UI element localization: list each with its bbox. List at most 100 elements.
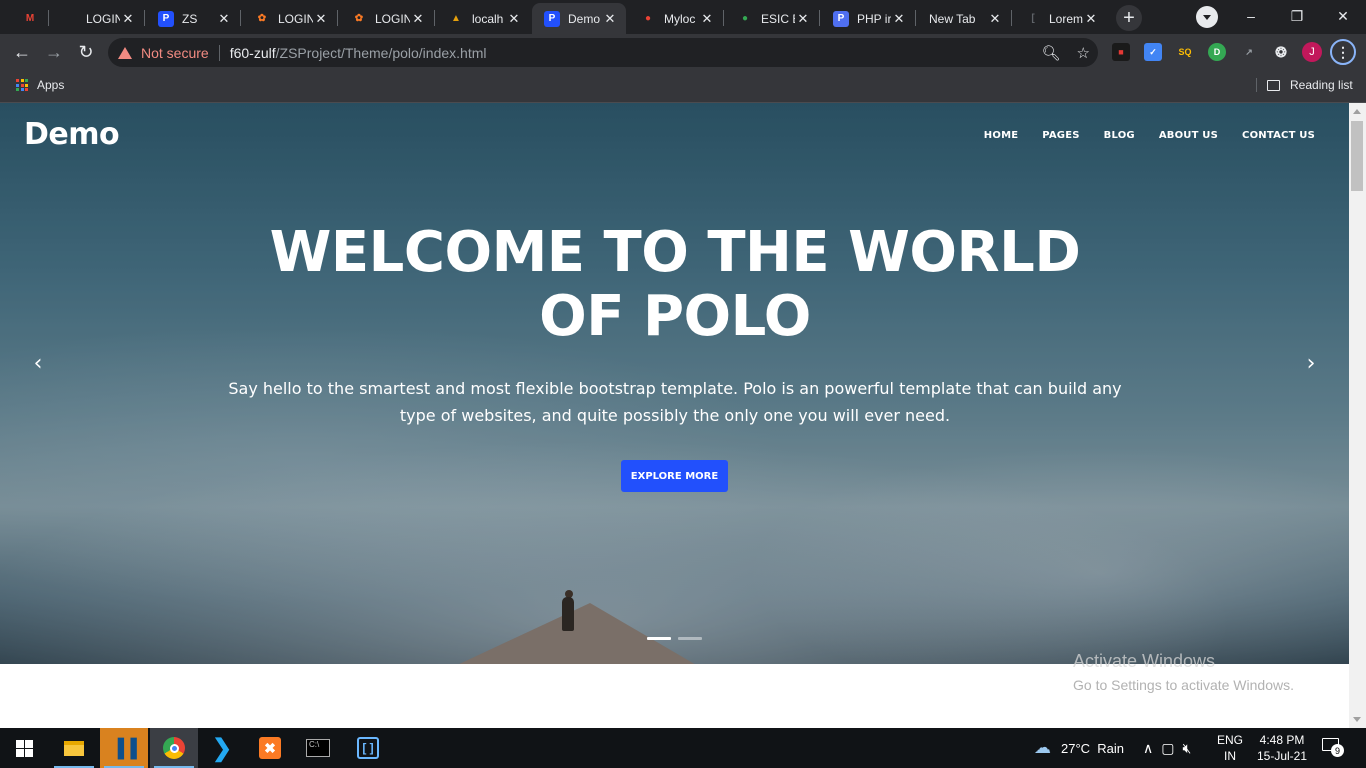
extension-icon-1[interactable]: ■ xyxy=(1112,43,1130,61)
tab-separator xyxy=(434,10,435,26)
nav-pages[interactable]: PAGES xyxy=(1042,130,1079,141)
browser-tab[interactable]: [Lorem ✕ xyxy=(1013,3,1107,34)
tab-separator xyxy=(819,10,820,26)
volume-muted-icon[interactable]: 🔇︎ xyxy=(1182,740,1191,757)
page-scrollbar[interactable] xyxy=(1349,103,1366,728)
scroll-down-arrow-icon[interactable] xyxy=(1353,717,1361,722)
bookmarks-bar: Apps Reading list xyxy=(0,70,1366,103)
start-button[interactable] xyxy=(0,728,48,768)
extension-icon-5[interactable]: ↗ xyxy=(1240,43,1258,61)
slider-prev-icon[interactable]: ‹ xyxy=(28,351,48,376)
scroll-up-arrow-icon[interactable] xyxy=(1353,109,1361,114)
browser-tab[interactable]: M xyxy=(10,3,48,34)
weather-text: 27°C Rain xyxy=(1061,740,1125,756)
extension-icon-2[interactable]: ✓ xyxy=(1144,43,1162,61)
network-icon[interactable]: ▢ xyxy=(1161,740,1174,757)
tab-title: Demo xyxy=(568,11,601,26)
browser-tab[interactable]: LOGIN ✕ xyxy=(50,3,144,34)
browser-tab[interactable]: ● Myloc ✕ xyxy=(628,3,723,34)
clock[interactable]: 4:48 PM 15-Jul-21 xyxy=(1252,732,1312,764)
slider-next-icon[interactable]: › xyxy=(1301,351,1321,376)
browser-tab[interactable]: P ZS ✕ xyxy=(146,3,240,34)
browser-tab[interactable]: ✿ LOGIN ✕ xyxy=(339,3,434,34)
reading-list-button[interactable]: Reading list xyxy=(1256,78,1353,92)
browser-tab[interactable]: ● ESIC E✕ xyxy=(725,3,819,34)
url-host[interactable]: f60-zulf xyxy=(230,45,276,61)
xampp-taskbar-button[interactable]: ✖ xyxy=(246,728,294,768)
reading-list-icon xyxy=(1267,79,1280,91)
browser-tab[interactable]: ✿ LOGIN ✕ xyxy=(242,3,337,34)
chrome-taskbar-button[interactable] xyxy=(150,728,198,768)
terminal-taskbar-button[interactable]: C:\ xyxy=(294,728,342,768)
close-tab-icon[interactable]: ✕ xyxy=(602,11,618,27)
browser-tab[interactable]: ▲ localh ✕ xyxy=(436,3,530,34)
nav-contact-us[interactable]: CONTACT US xyxy=(1242,130,1315,141)
xampp-icon: ✿ xyxy=(354,13,364,24)
close-tab-icon[interactable]: ✕ xyxy=(216,11,232,27)
vscode-icon: ❯ xyxy=(211,734,233,762)
extensions-puzzle-icon[interactable]: ❂ xyxy=(1272,43,1290,61)
slider-dot[interactable] xyxy=(678,637,702,640)
close-tab-icon[interactable]: ✕ xyxy=(506,11,522,27)
tab-title: localh xyxy=(472,11,504,26)
minimize-button[interactable]: – xyxy=(1228,0,1274,32)
close-tab-icon[interactable]: ✕ xyxy=(410,11,426,27)
new-tab-button[interactable]: + xyxy=(1116,5,1142,31)
close-tab-icon[interactable]: ✕ xyxy=(313,11,329,27)
extension-icon-4[interactable]: D xyxy=(1208,43,1226,61)
notifications-button[interactable]: 9 xyxy=(1322,738,1344,758)
tab-separator xyxy=(144,10,145,26)
nav-blog[interactable]: BLOG xyxy=(1104,130,1135,141)
extension-icon-3[interactable]: SQ xyxy=(1176,43,1194,61)
nav-home[interactable]: HOME xyxy=(984,130,1018,141)
bookmark-star-icon[interactable]: ☆ xyxy=(1077,44,1090,62)
app-taskbar-button[interactable]: [ ] xyxy=(344,728,392,768)
restore-button[interactable]: ❐ xyxy=(1274,0,1320,32)
app-button-orange[interactable]: ▐▐ xyxy=(100,728,148,768)
file-explorer-button[interactable] xyxy=(50,728,98,768)
hero-subtext: Say hello to the smartest and most flexi… xyxy=(220,375,1130,429)
weather-widget[interactable]: ☁ 27°C Rain xyxy=(1034,728,1124,768)
browser-tab[interactable]: P PHP ir ✕ xyxy=(821,3,915,34)
close-tab-icon[interactable]: ✕ xyxy=(987,11,1003,27)
headline-line-2: OF POLO xyxy=(539,284,811,349)
vscode-taskbar-button[interactable]: ❯ xyxy=(198,728,246,768)
tab-separator xyxy=(915,10,916,26)
close-window-button[interactable]: ✕ xyxy=(1320,0,1366,32)
close-tab-icon[interactable]: ✕ xyxy=(795,11,811,27)
windows-logo-icon xyxy=(15,739,33,757)
back-button[interactable]: ← xyxy=(8,38,36,66)
profile-avatar[interactable]: J xyxy=(1302,42,1322,62)
polo-icon: P xyxy=(158,10,174,27)
close-tab-icon[interactable]: ✕ xyxy=(1083,11,1099,27)
activate-windows-title: Activate Windows xyxy=(1073,651,1216,671)
site-logo[interactable]: Demo xyxy=(24,117,120,152)
nav-about-us[interactable]: ABOUT US xyxy=(1159,130,1218,141)
close-tab-icon[interactable]: ✕ xyxy=(120,11,136,27)
address-bar[interactable]: Not secure f60-zulf /ZSProject/Theme/pol… xyxy=(108,38,1098,67)
xampp-icon: ✿ xyxy=(257,13,267,24)
apps-bookmark[interactable]: Apps xyxy=(16,78,64,92)
slider-dot-active[interactable] xyxy=(647,637,671,640)
browser-menu-icon[interactable]: ⋮ xyxy=(1330,39,1356,65)
tab-search-button[interactable] xyxy=(1196,6,1218,28)
windows-taskbar: ▐▐ ❯ ✖ C:\ [ ] ☁ 27°C Rain ∧ ▢ 🔇︎ ENG IN… xyxy=(0,728,1366,768)
reload-button[interactable]: ↻ xyxy=(72,38,100,66)
phpmyadmin-icon: ▲ xyxy=(451,13,461,24)
url-path[interactable]: /ZSProject/Theme/polo/index.html xyxy=(276,45,487,61)
warning-icon xyxy=(118,46,132,59)
explore-more-button[interactable]: EXPLORE MORE xyxy=(621,460,728,492)
close-tab-icon[interactable]: ✕ xyxy=(891,11,907,27)
forward-button[interactable]: → xyxy=(40,38,68,66)
language-indicator[interactable]: ENG IN xyxy=(1215,732,1245,764)
browser-tab[interactable]: New Tab ✕ xyxy=(917,3,1011,34)
close-tab-icon[interactable]: ✕ xyxy=(699,11,715,27)
zoom-icon[interactable]: 🔍︎ xyxy=(1042,44,1061,62)
scroll-thumb[interactable] xyxy=(1351,121,1363,191)
chevron-up-icon[interactable]: ∧ xyxy=(1143,740,1153,757)
reading-list-label: Reading list xyxy=(1290,78,1353,92)
security-status[interactable]: Not secure xyxy=(141,45,209,61)
tab-title: Lorem xyxy=(1049,11,1083,26)
main-nav: HOME PAGES BLOG ABOUT US CONTACT US xyxy=(984,130,1315,141)
browser-tab[interactable]: P Demo ✕ xyxy=(532,3,626,34)
